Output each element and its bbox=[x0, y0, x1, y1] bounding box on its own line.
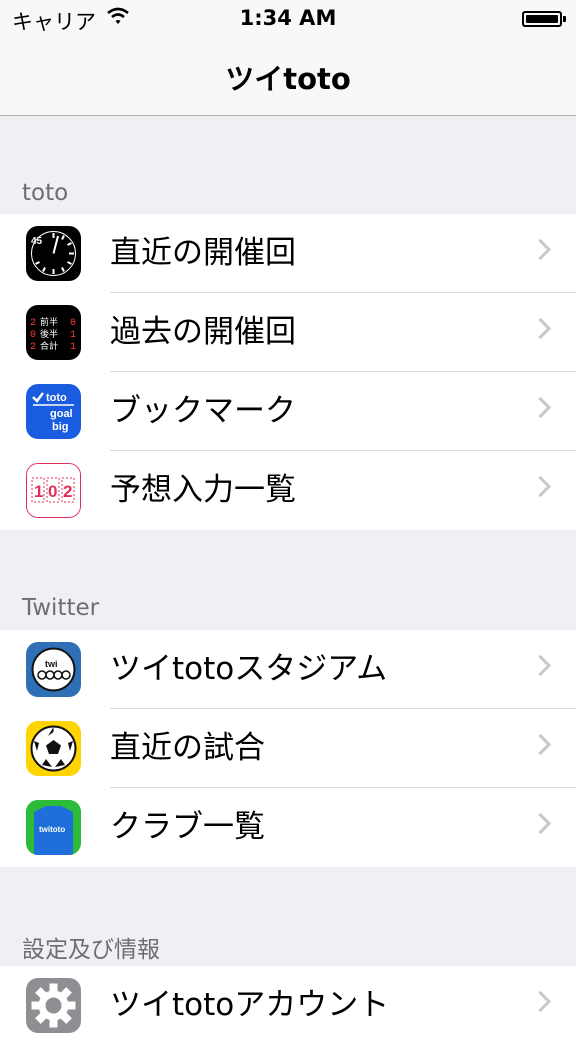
scoreboard-label: 合計 bbox=[40, 340, 58, 352]
battery-tip bbox=[563, 16, 566, 22]
soccer-ball-icon bbox=[26, 721, 81, 776]
svg-text:2: 2 bbox=[30, 318, 36, 329]
menu-item-past-rounds[interactable]: 2 0 2 前半 後半 合計 0 1 1 過去の開催回 bbox=[0, 293, 576, 372]
menu-item-label: クラブ一覧 bbox=[110, 809, 265, 845]
section-group-twitter: twi ツイtotoスタジアム 直近の試合 twitoto クラブ一覧 bbox=[0, 630, 576, 867]
bookmark-icon: toto goal big bbox=[26, 384, 81, 439]
stadium-icon: twi bbox=[26, 642, 81, 697]
section-header-settings: 設定及び情報 bbox=[22, 937, 160, 963]
bookmark-text: big bbox=[52, 421, 69, 433]
section-header-twitter: Twitter bbox=[22, 595, 100, 621]
menu-item-recent-rounds[interactable]: 45 直近の開催回 bbox=[0, 214, 576, 293]
status-bar: キャリア 1:34 AM bbox=[0, 0, 576, 40]
counter-digit: 1 bbox=[34, 482, 43, 501]
menu-item-account[interactable]: ツイtotoアカウント bbox=[0, 966, 576, 1045]
menu-item-recent-matches[interactable]: 直近の試合 bbox=[0, 709, 576, 788]
jersey-text: twitoto bbox=[39, 825, 65, 834]
chevron-right-icon bbox=[529, 654, 552, 677]
scoreboard-label: 後半 bbox=[40, 328, 58, 340]
status-time: 1:34 AM bbox=[239, 6, 337, 30]
section-group-settings: ツイtotoアカウント bbox=[0, 966, 576, 1045]
counter-digit: 2 bbox=[63, 482, 72, 501]
chevron-right-icon bbox=[529, 733, 552, 756]
menu-item-label: ツイtotoスタジアム bbox=[110, 651, 388, 687]
chevron-right-icon bbox=[529, 317, 552, 340]
menu-item-label: ツイtotoアカウント bbox=[110, 987, 390, 1023]
menu-item-predictions[interactable]: 1 0 2 予想入力一覧 bbox=[0, 451, 576, 530]
clock-number: 45 bbox=[31, 236, 43, 247]
chevron-right-icon bbox=[529, 238, 552, 261]
menu-item-clubs[interactable]: twitoto クラブ一覧 bbox=[0, 788, 576, 867]
menu-item-bookmarks[interactable]: toto goal big ブックマーク bbox=[0, 372, 576, 451]
chevron-right-icon bbox=[529, 990, 552, 1013]
navigation-bar: ツイtoto bbox=[0, 40, 576, 116]
page-title: ツイtoto bbox=[225, 62, 351, 96]
stadium-text: twi bbox=[45, 659, 58, 669]
bookmark-text: toto bbox=[46, 392, 67, 404]
svg-text:0: 0 bbox=[70, 318, 76, 329]
menu-item-label: 予想入力一覧 bbox=[110, 472, 296, 508]
chevron-right-icon bbox=[529, 475, 552, 498]
section-group-toto: 45 直近の開催回 2 0 2 前半 後半 合計 0 1 1 過去の開催回 to… bbox=[0, 214, 576, 530]
svg-text:0: 0 bbox=[30, 330, 36, 341]
menu-item-stadium[interactable]: twi ツイtotoスタジアム bbox=[0, 630, 576, 709]
jersey-icon: twitoto bbox=[26, 800, 81, 855]
menu-item-label: 直近の試合 bbox=[110, 730, 265, 766]
menu-item-label: 過去の開催回 bbox=[110, 314, 296, 350]
svg-text:1: 1 bbox=[70, 330, 76, 341]
scoreboard-label: 前半 bbox=[40, 316, 58, 328]
battery-icon bbox=[522, 11, 562, 27]
bookmark-text: goal bbox=[50, 408, 73, 420]
chevron-right-icon bbox=[529, 396, 552, 419]
chevron-right-icon bbox=[529, 812, 552, 835]
svg-text:2: 2 bbox=[30, 342, 36, 353]
prediction-counter-icon: 1 0 2 bbox=[26, 463, 81, 518]
menu-item-label: 直近の開催回 bbox=[110, 235, 296, 271]
svg-text:1: 1 bbox=[70, 342, 76, 353]
scoreboard-icon: 2 0 2 前半 後半 合計 0 1 1 bbox=[26, 305, 81, 360]
section-header-toto: toto bbox=[22, 180, 69, 206]
gear-icon bbox=[26, 978, 81, 1033]
menu-item-label: ブックマーク bbox=[110, 393, 296, 429]
counter-digit: 0 bbox=[48, 482, 57, 501]
clock-icon: 45 bbox=[26, 226, 81, 281]
